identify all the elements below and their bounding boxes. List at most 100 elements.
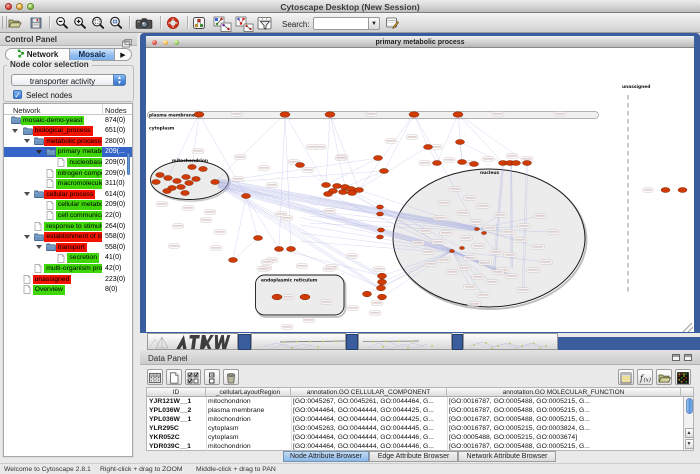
- new-attribute-icon[interactable]: [166, 369, 182, 385]
- gene-node[interactable]: [380, 169, 389, 174]
- table-cell[interactable]: [GO:0016787, GO:0005488, GO:0005215, G..…: [449, 407, 680, 416]
- gene-node[interactable]: [188, 165, 197, 170]
- gene-node[interactable]: [163, 189, 172, 194]
- tree-row-label[interactable]: cellular process: [44, 190, 95, 200]
- gene-node[interactable]: [424, 145, 433, 150]
- gene-node[interactable]: [470, 162, 479, 167]
- background-view-frame[interactable]: [463, 333, 558, 350]
- gene-node[interactable]: [339, 190, 348, 195]
- table-row[interactable]: YPL036W__2plasma membrane[GO:0044464, GO…: [147, 406, 682, 415]
- gene-node[interactable]: [661, 188, 670, 193]
- gene-node[interactable]: [185, 181, 194, 186]
- table-cell[interactable]: YPL036W__1: [149, 416, 205, 425]
- table-row[interactable]: YJR121W__1mitochondrion[GO:0045267, GO:0…: [147, 397, 682, 406]
- gene-node[interactable]: [211, 180, 220, 185]
- gene-node[interactable]: [192, 177, 201, 182]
- table-row[interactable]: YKR052Ccytoplasm[GO:0044464, GO:0044444,…: [147, 433, 682, 442]
- more-tabs-button[interactable]: ▶: [115, 49, 131, 60]
- gene-node[interactable]: [322, 183, 331, 188]
- tab-node-attribute-browser[interactable]: Node Attribute Browser: [283, 451, 369, 462]
- table-cell[interactable]: YLR295C: [149, 425, 205, 434]
- network-edge[interactable]: [352, 147, 428, 193]
- gene-node[interactable]: [363, 291, 372, 297]
- gene-node[interactable]: [181, 191, 190, 196]
- table-row[interactable]: YLR295Ccytoplasm[GO:0045263, GO:0044444,…: [147, 424, 682, 433]
- attribute-table-icon[interactable]: [147, 369, 163, 385]
- network-edge[interactable]: [285, 114, 291, 249]
- tree-row[interactable]: nitrogen compoun209(0): [4, 168, 132, 179]
- gene-node[interactable]: [325, 112, 335, 118]
- tree-row[interactable]: unassigned223(0): [4, 274, 132, 285]
- gene-node[interactable]: [378, 279, 387, 285]
- network-edge[interactable]: [330, 114, 359, 190]
- gene-node[interactable]: [458, 160, 467, 165]
- gene-node[interactable]: [275, 247, 284, 252]
- tree-row-label[interactable]: multi-organism pro: [44, 264, 102, 274]
- gene-node[interactable]: [409, 112, 419, 118]
- table-cell[interactable]: [GO:0045267, GO:0045261, GO:0044464, G..…: [293, 398, 446, 407]
- table-column-header[interactable]: annotation.GO MOLECULAR_FUNCTION: [447, 388, 681, 397]
- tree-row-label[interactable]: mosaic-demo-yeast: [21, 116, 84, 126]
- gene-node[interactable]: [456, 140, 465, 145]
- delete-attribute-icon[interactable]: [223, 369, 239, 385]
- enhanced-search-config-icon[interactable]: [385, 16, 399, 30]
- gene-node[interactable]: [177, 185, 186, 190]
- table-cell[interactable]: [GO:0044464, GO:0044444, GO:0044425, G..…: [293, 416, 446, 425]
- tree-row[interactable]: macromolecule me311(0): [4, 179, 132, 190]
- gene-node[interactable]: [152, 180, 161, 185]
- tree-row[interactable]: primary metabolic209(...: [4, 147, 132, 158]
- cytoscape-ring-icon[interactable]: [166, 16, 180, 30]
- table-cell[interactable]: mitochondrion: [208, 416, 290, 425]
- table-cell[interactable]: cytoplasm: [208, 425, 290, 434]
- import-attributes-icon[interactable]: [656, 369, 672, 385]
- network-edge[interactable]: [215, 114, 285, 182]
- gene-node[interactable]: [173, 179, 182, 184]
- gene-node[interactable]: [348, 191, 357, 196]
- tree-row[interactable]: biological_process651(0): [4, 126, 132, 137]
- table-cell[interactable]: mitochondrion: [208, 398, 290, 407]
- dock-panel-icon[interactable]: [684, 354, 692, 361]
- zoom-out-icon[interactable]: [55, 16, 69, 30]
- tree-row[interactable]: secretion41(0): [4, 253, 132, 264]
- gene-node[interactable]: [377, 212, 384, 216]
- table-scrollbar[interactable]: ▲ ▼: [683, 397, 693, 450]
- select-nodes-checkbox[interactable]: ✓: [13, 90, 22, 99]
- network-edge[interactable]: [246, 196, 258, 238]
- gene-node[interactable]: [333, 184, 342, 189]
- table-column-header[interactable]: _cellularLayoutRegion: [206, 388, 291, 397]
- create-view-icon[interactable]: [213, 16, 232, 30]
- tree-row-label[interactable]: nucleobase-cont: [67, 158, 102, 168]
- unselect-attributes-icon[interactable]: [204, 369, 220, 385]
- gene-node[interactable]: [377, 235, 384, 239]
- gene-node[interactable]: [182, 175, 191, 180]
- tree-row[interactable]: response to stimulu264(0): [4, 221, 132, 232]
- tab-mosaic[interactable]: Mosaic: [69, 49, 115, 60]
- gene-node[interactable]: [460, 247, 465, 250]
- network-edge[interactable]: [359, 114, 414, 190]
- gene-node[interactable]: [194, 112, 204, 118]
- table-cell[interactable]: [GO:0045263, GO:0044444, GO:0044445, G..…: [293, 425, 446, 434]
- gene-node[interactable]: [280, 112, 290, 118]
- background-view-frame[interactable]: [147, 333, 238, 350]
- table-cell[interactable]: [GO:0044464, GO:0044444, GO:0044425, G..…: [293, 407, 446, 416]
- tree-row-label[interactable]: Overview: [33, 285, 65, 295]
- tree-expander-icon[interactable]: [12, 129, 18, 133]
- table-cell[interactable]: plasma membrane: [208, 407, 290, 416]
- gene-node[interactable]: [450, 250, 455, 253]
- select-attributes-icon[interactable]: [185, 369, 201, 385]
- table-cell[interactable]: [GO:0005488, GO:0005215, GO:0003674]: [449, 434, 680, 443]
- network-edge[interactable]: [279, 249, 382, 276]
- function-builder-icon[interactable]: f(x): [637, 369, 653, 385]
- gene-node[interactable]: [156, 173, 165, 178]
- table-cell[interactable]: YJR121W__1: [149, 398, 205, 407]
- gene-node[interactable]: [378, 294, 387, 300]
- background-view-frame[interactable]: [358, 333, 452, 350]
- gene-node[interactable]: [229, 258, 238, 263]
- table-row[interactable]: YDR039C__1mitochondrion[GO:0044464, GO:0…: [147, 442, 682, 451]
- tree-column-nodes[interactable]: Nodes: [105, 106, 127, 115]
- table-cell[interactable]: [GO:0044464, GO:0044444, GO:0044446, G..…: [293, 443, 446, 452]
- tree-row-label[interactable]: cellular metaboli: [56, 200, 102, 210]
- tree-row[interactable]: transport558(0): [4, 242, 132, 253]
- tree-scrollbar-thumb[interactable]: [127, 153, 131, 175]
- network-edge[interactable]: [460, 142, 462, 162]
